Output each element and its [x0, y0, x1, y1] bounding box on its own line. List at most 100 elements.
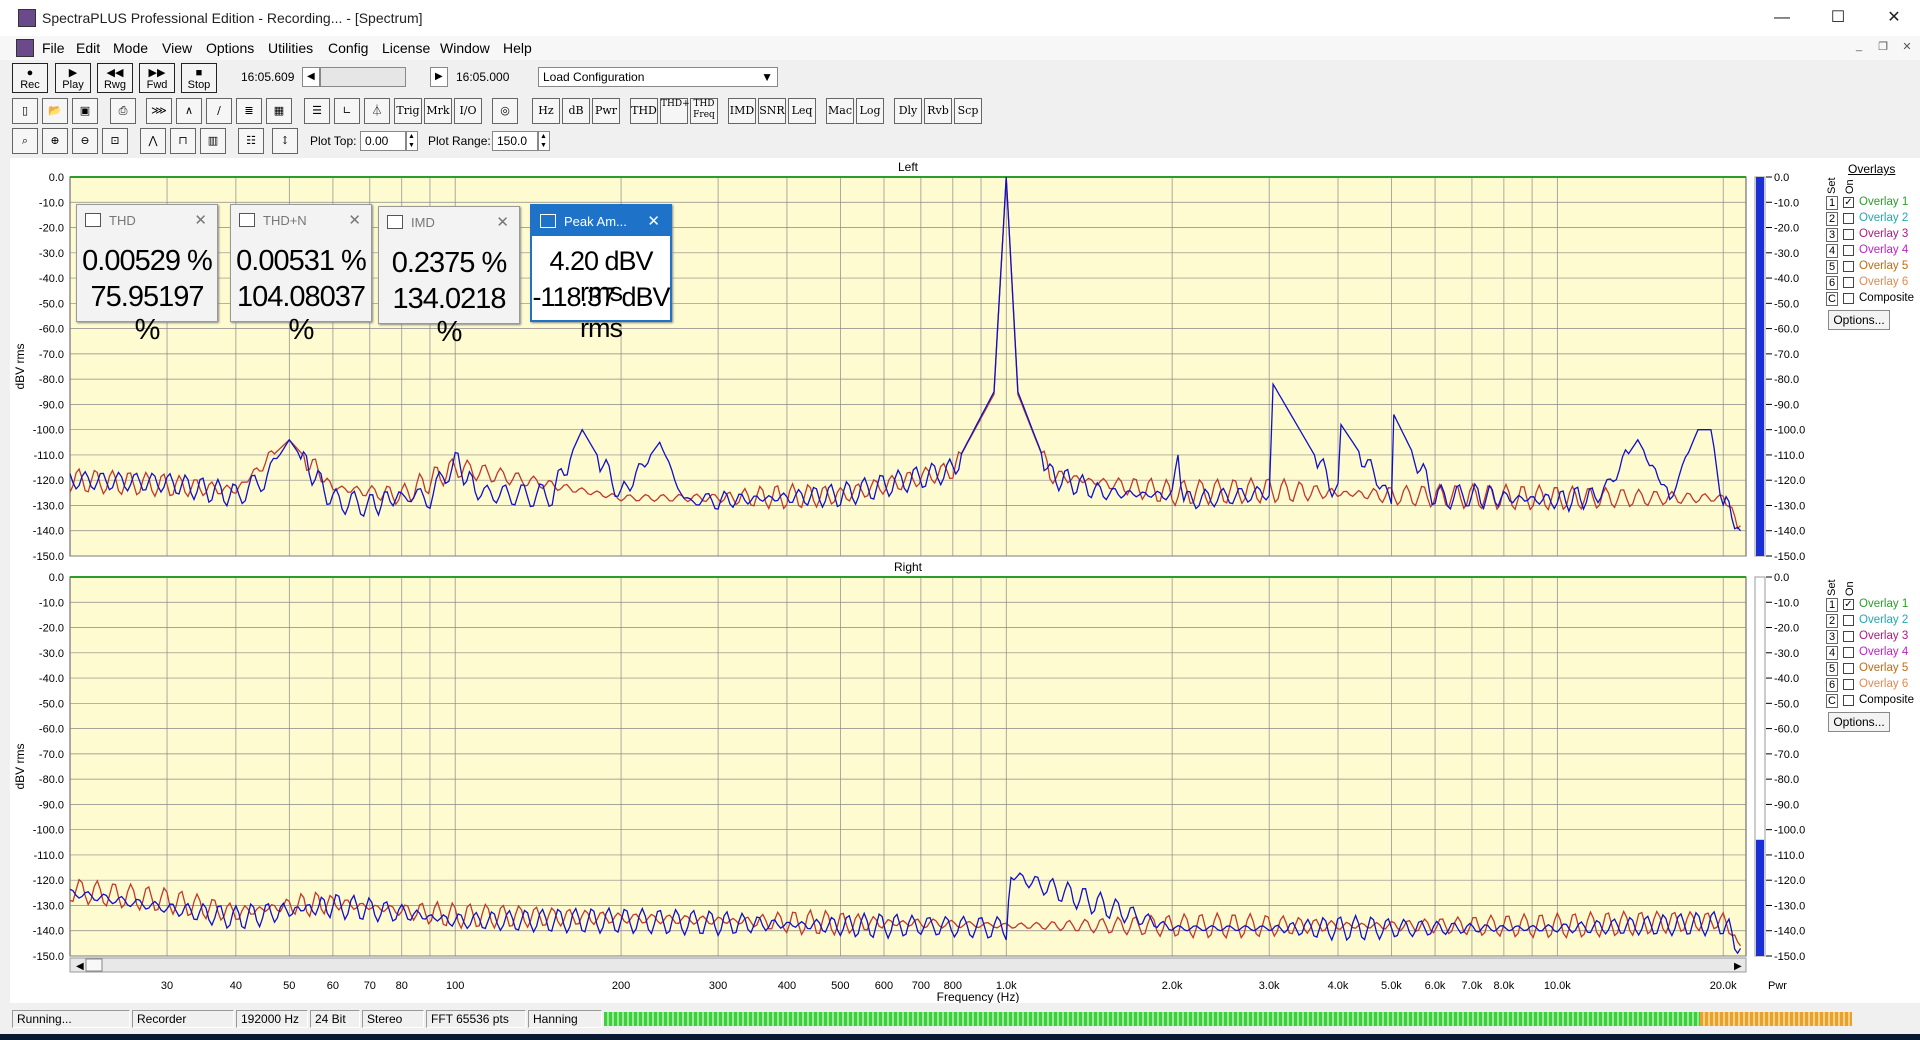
overlay-set-button[interactable]: 3	[1826, 630, 1838, 644]
zoom-full-icon[interactable]: ⊡	[102, 128, 128, 154]
rvb-button[interactable]: Rvb	[924, 98, 952, 124]
overlay-row[interactable]: 4 Overlay 4	[1826, 646, 1920, 662]
overlay-set-button[interactable]: 6	[1826, 678, 1838, 692]
mrk-button[interactable]: Mrk	[424, 98, 452, 124]
overlay-row[interactable]: 3 Overlay 3	[1826, 228, 1920, 244]
time-series-icon[interactable]: ∕	[206, 98, 232, 124]
io-button[interactable]: I/O	[454, 98, 482, 124]
overlay-set-button[interactable]: C	[1826, 292, 1838, 306]
forward-button[interactable]: ▶▶ Fwd	[139, 63, 175, 93]
overlay-checkbox[interactable]	[1843, 695, 1854, 706]
menu-utilities[interactable]: Utilities	[268, 40, 313, 56]
dly-button[interactable]: Dly	[894, 98, 922, 124]
overlay-row[interactable]: 1 ✓ Overlay 1	[1826, 598, 1920, 614]
overlay-row[interactable]: 6 Overlay 6	[1826, 276, 1920, 292]
spectrum-icon[interactable]: ∧	[176, 98, 202, 124]
overlay-set-button[interactable]: C	[1826, 694, 1838, 708]
thd-freq-button[interactable]: THD Freq	[690, 98, 718, 124]
scroll-right-button[interactable]: ▶	[430, 67, 448, 87]
scroll-left-button[interactable]: ◀	[302, 67, 320, 87]
overlay-set-button[interactable]: 1	[1826, 196, 1838, 210]
mdi-minimize-button[interactable]: _	[1850, 40, 1868, 56]
thd-button[interactable]: THD	[630, 98, 658, 124]
close-button[interactable]: ✕	[1874, 6, 1914, 30]
overlay-set-button[interactable]: 6	[1826, 276, 1838, 290]
new-icon[interactable]: ▯	[12, 98, 38, 124]
mac-button[interactable]: Mac	[826, 98, 854, 124]
close-icon[interactable]: ✕	[194, 211, 207, 229]
overlay-checkbox[interactable]	[1843, 213, 1854, 224]
leq-button[interactable]: Leq	[788, 98, 816, 124]
rewind-button[interactable]: ◀◀ Rwg	[97, 63, 133, 93]
menu-license[interactable]: License	[382, 40, 430, 56]
mdi-restore-button[interactable]: ❐	[1874, 40, 1892, 56]
hz-button[interactable]: Hz	[532, 98, 560, 124]
overlay-row[interactable]: 5 Overlay 5	[1826, 260, 1920, 276]
overlay-checkbox[interactable]: ✓	[1843, 599, 1854, 610]
overlay-checkbox[interactable]	[1843, 663, 1854, 674]
plot-top-input[interactable]: 0.00	[360, 131, 406, 151]
axis-icon[interactable]: ∟	[334, 98, 360, 124]
close-icon[interactable]: ✕	[348, 211, 361, 229]
pwr-button[interactable]: Pwr	[592, 98, 620, 124]
peak-amplitude-meter[interactable]: Peak Am... ✕ 4.20 dBV rms -118.37 dBV rm…	[530, 204, 672, 343]
overlay-checkbox[interactable]	[1843, 615, 1854, 626]
overlay-row[interactable]: C Composite	[1826, 694, 1920, 710]
plot-range-spinner[interactable]: ▲ ▼	[538, 131, 550, 151]
overlay-row[interactable]: 1 ✓ Overlay 1	[1826, 196, 1920, 212]
snr-button[interactable]: SNR	[758, 98, 786, 124]
options-button-left[interactable]: Options...	[1828, 310, 1890, 330]
scp-button[interactable]: Scp	[954, 98, 982, 124]
menu-help[interactable]: Help	[503, 40, 532, 56]
signal-generator-icon[interactable]: ◎	[492, 98, 518, 124]
waterfall-icon[interactable]: ≣	[236, 98, 262, 124]
close-icon[interactable]: ✕	[647, 212, 660, 230]
overlay-checkbox[interactable]	[1843, 679, 1854, 690]
zoom-out-2x-icon[interactable]: ⊖	[72, 128, 98, 154]
document-icon[interactable]	[16, 39, 34, 57]
time-scrollbar[interactable]	[320, 67, 406, 87]
thdn-meter[interactable]: THD+N ✕ 0.00531 % 104.08037 %	[230, 204, 372, 346]
settings-icon[interactable]: ☰	[304, 98, 330, 124]
log-button[interactable]: Log	[856, 98, 884, 124]
overlay-set-button[interactable]: 2	[1826, 212, 1838, 226]
db-button[interactable]: dB	[562, 98, 590, 124]
overlay-set-button[interactable]: 5	[1826, 260, 1838, 274]
imd-meter-header[interactable]: IMD ✕	[379, 207, 519, 237]
overlay-set-button[interactable]: 5	[1826, 662, 1838, 676]
overlay-row[interactable]: C Composite	[1826, 292, 1920, 308]
overlay-set-button[interactable]: 3	[1826, 228, 1838, 242]
print-icon[interactable]: ⎙	[110, 98, 136, 124]
range-icon[interactable]: ↕	[272, 128, 298, 154]
overlay-checkbox[interactable]	[1843, 631, 1854, 642]
plot-range-input[interactable]: 150.0	[492, 131, 538, 151]
save-icon[interactable]: ▣	[72, 98, 98, 124]
overlay-set-button[interactable]: 2	[1826, 614, 1838, 628]
zoom-icon[interactable]: ⌕	[12, 128, 38, 154]
open-icon[interactable]: 📂	[42, 98, 68, 124]
thd-meter[interactable]: THD ✕ 0.00529 % 75.95197 %	[76, 204, 218, 346]
plot-top-spinner[interactable]: ▲ ▼	[406, 131, 418, 151]
menu-config[interactable]: Config	[328, 40, 368, 56]
peak-icon[interactable]: ⋀	[140, 128, 166, 154]
play-button[interactable]: ▶ Play	[55, 63, 91, 93]
menu-options[interactable]: Options	[206, 40, 254, 56]
bars-icon[interactable]: ▥	[200, 128, 226, 154]
overlay-row[interactable]: 4 Overlay 4	[1826, 244, 1920, 260]
close-icon[interactable]: ✕	[496, 213, 509, 231]
overlay-row[interactable]: 2 Overlay 2	[1826, 212, 1920, 228]
spectrogram-icon[interactable]: ▦	[266, 98, 292, 124]
menu-mode[interactable]: Mode	[113, 40, 148, 56]
zoom-in-2x-icon[interactable]: ⊕	[42, 128, 68, 154]
overlay-checkbox[interactable]: ✓	[1843, 197, 1854, 208]
layout-icon[interactable]: ☷	[238, 128, 264, 154]
mdi-close-button[interactable]: ✕	[1898, 40, 1916, 56]
overlay-row[interactable]: 5 Overlay 5	[1826, 662, 1920, 678]
thdn-meter-header[interactable]: THD+N ✕	[231, 205, 371, 235]
peak-meter-header[interactable]: Peak Am... ✕	[532, 206, 670, 236]
overlay-row[interactable]: 6 Overlay 6	[1826, 678, 1920, 694]
config-select[interactable]: Load Configuration ▼	[538, 67, 778, 87]
maximize-button[interactable]: ☐	[1818, 6, 1858, 30]
imd-meter[interactable]: IMD ✕ 0.2375 % 134.0218 %	[378, 206, 520, 348]
fft-mode-icon[interactable]: ⋙	[146, 98, 172, 124]
